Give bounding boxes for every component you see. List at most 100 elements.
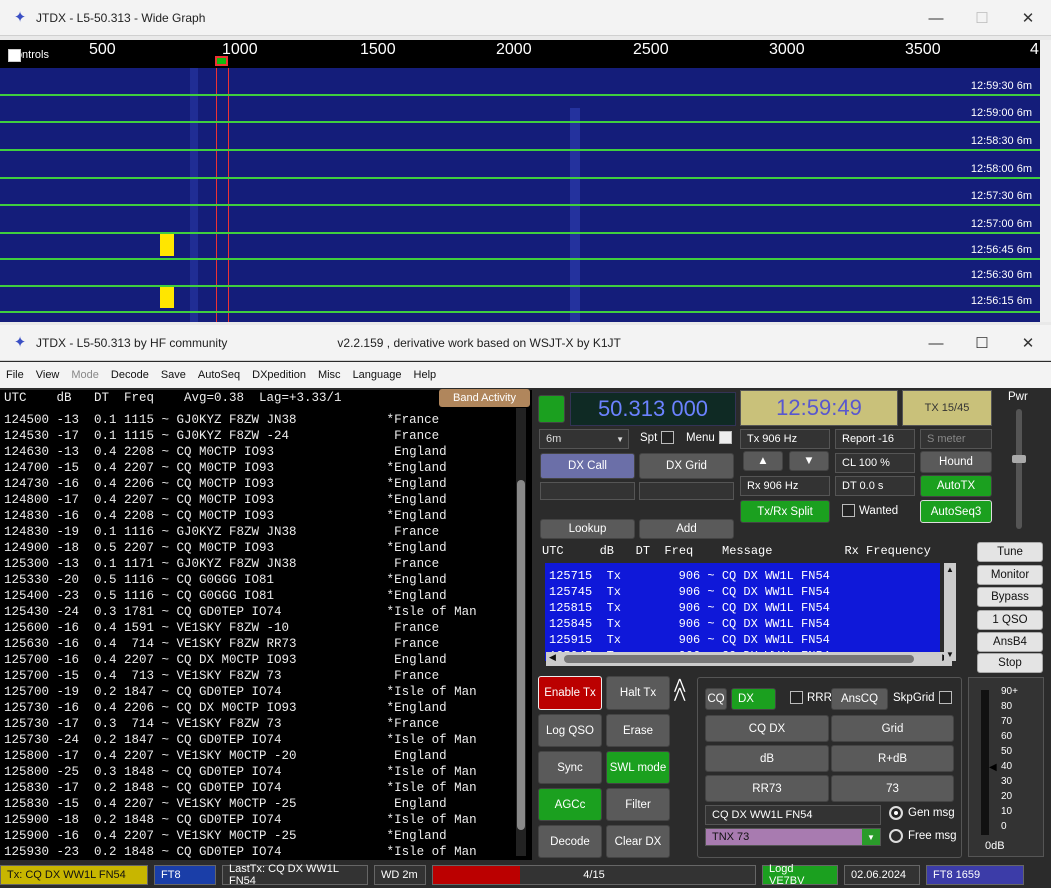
rx-decode-row[interactable]: 125900 -16 0.4 2207 ~ VE1SKY M0CTP -25 *… — [0, 828, 532, 844]
menu-help[interactable]: Help — [414, 369, 437, 381]
scroll-up-icon[interactable]: ▲ — [946, 565, 954, 574]
menu-language[interactable]: Language — [353, 369, 402, 381]
menu-file[interactable]: File — [6, 369, 24, 381]
rx-decode-row[interactable]: 124830 -16 0.4 2208 ~ CQ M0CTP IO93 *Eng… — [0, 508, 532, 524]
tx-scrollbar-thumb[interactable] — [564, 655, 914, 663]
rx-scrollbar[interactable] — [516, 408, 526, 856]
spt-toggle[interactable]: Spt — [640, 431, 678, 444]
seventy-three-button[interactable]: 73 — [831, 775, 954, 802]
rr73-button[interactable]: RR73 — [705, 775, 829, 802]
close-button[interactable]: ✕ — [1005, 325, 1051, 361]
anscq-button[interactable]: AnsCQ — [831, 688, 888, 710]
r-db-button[interactable]: R+dB — [831, 745, 954, 772]
autotx-button[interactable]: AutoTX — [920, 475, 992, 497]
minimize-button[interactable]: — — [913, 0, 959, 36]
rx-decode-row[interactable]: 124830 -19 0.1 1116 ~ GJ0KYZ F8ZW JN38 F… — [0, 524, 532, 540]
up-arrow-icon[interactable]: ▲ — [743, 451, 783, 471]
autoseq3-button[interactable]: AutoSeq3 — [920, 500, 992, 523]
rx-decode-row[interactable]: 125300 -13 0.1 1171 ~ GJ0KYZ F8ZW JN38 F… — [0, 556, 532, 572]
free-message-select[interactable]: TNX 73 ▼ — [705, 828, 881, 846]
txrx-split-button[interactable]: Tx/Rx Split — [740, 500, 830, 523]
minimize-button[interactable]: — — [913, 325, 959, 361]
lookup-button[interactable]: Lookup — [540, 519, 635, 539]
erase-button[interactable]: Erase — [606, 714, 670, 747]
db-button[interactable]: dB — [705, 745, 829, 772]
tx-horizontal-scrollbar[interactable]: ◀ ▶ — [546, 652, 952, 666]
skpgrid-checkbox[interactable] — [938, 691, 952, 704]
clear-dx-button[interactable]: Clear DX — [606, 825, 670, 858]
sync-button[interactable]: Sync — [538, 751, 602, 784]
enable-tx-button[interactable]: Enable Tx — [538, 676, 602, 710]
rx-decode-row[interactable]: 124900 -18 0.5 2207 ~ CQ M0CTP IO93 *Eng… — [0, 540, 532, 556]
menu-mode[interactable]: Mode — [71, 369, 99, 381]
rx-decode-row[interactable]: 125900 -18 0.2 1848 ~ CQ GD0TEP IO74 *Is… — [0, 812, 532, 828]
scroll-down-icon[interactable]: ▼ — [946, 650, 954, 659]
rx-decode-row[interactable]: 125700 -19 0.2 1847 ~ CQ GD0TEP IO74 *Is… — [0, 684, 532, 700]
dx-grid-input[interactable] — [639, 482, 734, 500]
rx-decode-row[interactable]: 125930 -23 0.2 1848 ~ CQ GD0TEP IO74 *Is… — [0, 844, 532, 860]
close-button[interactable]: ✕ — [1005, 0, 1051, 36]
rx-decode-row[interactable]: 125730 -24 0.2 1847 ~ CQ GD0TEP IO74 *Is… — [0, 732, 532, 748]
rx-decode-row[interactable]: 125800 -25 0.3 1848 ~ CQ GD0TEP IO74 *Is… — [0, 764, 532, 780]
rx-decode-row[interactable]: 125430 -24 0.3 1781 ~ CQ GD0TEP IO74 *Is… — [0, 604, 532, 620]
log-qso-button[interactable]: Log QSO — [538, 714, 602, 747]
rx-frequency-spinbox[interactable]: Rx 906 Hz — [740, 476, 830, 496]
cq-button[interactable]: CQ — [705, 688, 727, 710]
dt-spinbox[interactable]: DT 0.0 s — [835, 476, 915, 496]
band-activity-panel[interactable]: UTC dB DT Freq Avg=0.38 Lag=+3.33/1 Band… — [0, 389, 532, 860]
menu-misc[interactable]: Misc — [318, 369, 341, 381]
tx-history-row[interactable]: 125815 Tx 906 ~ CQ DX WW1L FN54 — [545, 600, 940, 616]
dx-grid-button[interactable]: DX Grid — [639, 453, 734, 479]
menu-save[interactable]: Save — [161, 369, 186, 381]
controls-toggle[interactable]: Controls — [8, 48, 49, 62]
rx-decode-row[interactable]: 125830 -17 0.2 1848 ~ CQ GD0TEP IO74 *Is… — [0, 780, 532, 796]
one-qso-button[interactable]: 1 QSO — [977, 610, 1043, 630]
rx-decode-row[interactable]: 124500 -13 0.1 1115 ~ GJ0KYZ F8ZW JN38 *… — [0, 412, 532, 428]
rx-decode-row[interactable]: 124630 -13 0.4 2208 ~ CQ M0CTP IO93 Engl… — [0, 444, 532, 460]
dx-call-button[interactable]: DX Call — [540, 453, 635, 479]
rx-decode-row[interactable]: 125400 -23 0.5 1116 ~ CQ G0GGG IO81 *Eng… — [0, 588, 532, 604]
free-msg-radio[interactable]: Free msg — [889, 829, 957, 843]
hound-button[interactable]: Hound — [920, 451, 992, 473]
tx-vertical-scrollbar[interactable]: ▲ ▼ — [944, 563, 956, 661]
menu-autoseq[interactable]: AutoSeq — [198, 369, 240, 381]
rrr-checkbox[interactable] — [790, 691, 803, 704]
waterfall[interactable]: 12:59:30 6m 12:59:00 6m 12:58:30 6m 12:5… — [0, 68, 1040, 322]
rx-decode-row[interactable]: 125700 -15 0.4 713 ~ VE1SKY F8ZW 73 Fran… — [0, 668, 532, 684]
monitor-button[interactable]: Monitor — [977, 565, 1043, 585]
rx-decode-row[interactable]: 124530 -17 0.1 1115 ~ GJ0KYZ F8ZW -24 Fr… — [0, 428, 532, 444]
spt-checkbox[interactable] — [661, 431, 675, 444]
grid-button[interactable]: Grid — [831, 715, 954, 742]
ansb4-button[interactable]: AnsB4 — [977, 632, 1043, 652]
bypass-button[interactable]: Bypass — [977, 587, 1043, 607]
pwr-slider-handle[interactable] — [1012, 455, 1026, 463]
menu-checkbox[interactable] — [718, 431, 732, 444]
rx-decode-row[interactable]: 125700 -16 0.4 2207 ~ CQ DX M0CTP IO93 E… — [0, 652, 532, 668]
swl-mode-button[interactable]: SWL mode — [606, 751, 670, 784]
pwr-slider[interactable] — [1012, 409, 1026, 529]
rx-scrollbar-thumb[interactable] — [517, 480, 525, 830]
decode-button[interactable]: Decode — [538, 825, 602, 858]
rx-decode-row[interactable]: 125730 -16 0.4 2206 ~ CQ DX M0CTP IO93 *… — [0, 700, 532, 716]
scroll-left-icon[interactable]: ◀ — [549, 652, 556, 663]
maximize-button[interactable]: ☐ — [959, 325, 1005, 361]
rx-decode-row[interactable]: 125830 -15 0.4 2207 ~ VE1SKY M0CTP -25 E… — [0, 796, 532, 812]
tune-button[interactable]: Tune — [977, 542, 1043, 562]
menu-decode[interactable]: Decode — [111, 369, 149, 381]
report-spinbox[interactable]: Report -16 — [835, 429, 915, 449]
radio-selected-icon[interactable] — [889, 806, 903, 820]
rx-decode-row[interactable]: 124730 -16 0.4 2206 ~ CQ M0CTP IO93 *Eng… — [0, 476, 532, 492]
cl-spinbox[interactable]: CL 100 % — [835, 453, 915, 473]
gen-msg-radio[interactable]: Gen msg — [889, 806, 955, 820]
radio-icon[interactable] — [889, 829, 903, 843]
maximize-button[interactable]: ☐ — [959, 0, 1005, 36]
rrr-toggle[interactable]: RRR — [786, 691, 832, 704]
skpgrid-toggle[interactable]: SkpGrid — [893, 691, 956, 704]
halt-tx-button[interactable]: Halt Tx — [606, 676, 670, 710]
wanted-toggle[interactable]: Wanted — [838, 504, 898, 517]
rx-decode-row[interactable]: 125600 -16 0.4 1591 ~ VE1SKY F8ZW -10 Fr… — [0, 620, 532, 636]
rx-decode-row[interactable]: 125630 -16 0.4 714 ~ VE1SKY F8ZW RR73 Fr… — [0, 636, 532, 652]
cq-dx-button[interactable]: CQ DX — [705, 715, 829, 742]
tx-freq-marker[interactable] — [215, 56, 228, 66]
dx-button[interactable]: DX — [731, 688, 776, 710]
